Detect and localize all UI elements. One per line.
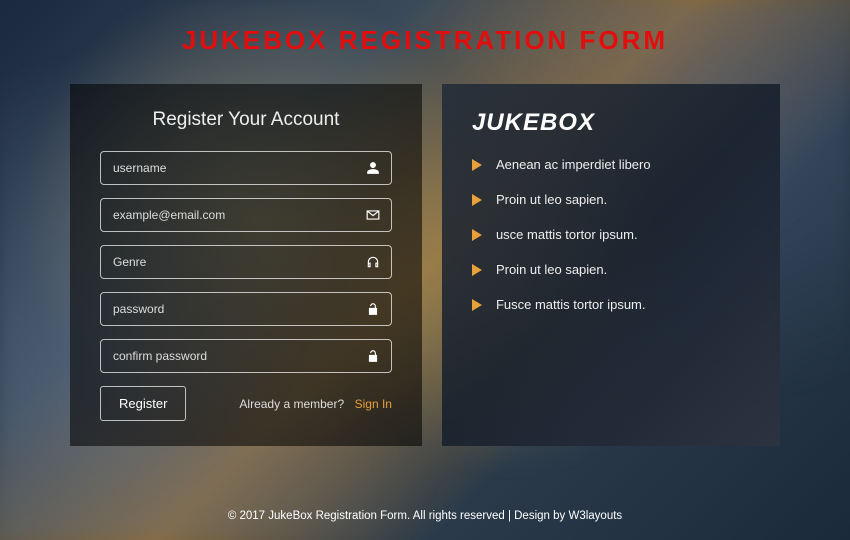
register-panel: Register Your Account	[70, 84, 422, 446]
envelope-icon	[366, 208, 380, 222]
feature-text: Aenean ac imperdiet libero	[496, 157, 651, 172]
password-field-wrap	[100, 292, 392, 326]
member-text: Already a member?	[239, 397, 344, 411]
register-button[interactable]: Register	[100, 386, 186, 421]
confirm-field-wrap	[100, 339, 392, 373]
form-footer: Register Already a member? Sign In	[100, 386, 392, 421]
list-item: usce mattis tortor ipsum.	[472, 227, 750, 242]
lock-open-icon	[366, 349, 380, 363]
genre-input[interactable]	[100, 245, 392, 279]
list-item: Aenean ac imperdiet libero	[472, 157, 750, 172]
confirm-password-input[interactable]	[100, 339, 392, 373]
brand-title: JUKEBOX	[472, 109, 750, 137]
page-title: JUKEBOX REGISTRATION FORM	[70, 25, 780, 56]
email-input[interactable]	[100, 198, 392, 232]
feature-text: Proin ut leo sapien.	[496, 262, 607, 277]
list-item: Proin ut leo sapien.	[472, 262, 750, 277]
username-field-wrap	[100, 151, 392, 185]
signin-link[interactable]: Sign In	[355, 397, 392, 411]
password-input[interactable]	[100, 292, 392, 326]
list-item: Proin ut leo sapien.	[472, 192, 750, 207]
list-item: Fusce mattis tortor ipsum.	[472, 297, 750, 312]
lock-open-icon	[366, 302, 380, 316]
footer: © 2017 JukeBox Registration Form. All ri…	[0, 510, 850, 522]
feature-text: usce mattis tortor ipsum.	[496, 227, 638, 242]
panels-container: Register Your Account	[70, 84, 780, 446]
username-input[interactable]	[100, 151, 392, 185]
feature-list: Aenean ac imperdiet libero Proin ut leo …	[472, 157, 750, 312]
play-icon	[472, 194, 482, 206]
footer-link[interactable]: W3layouts	[568, 510, 622, 522]
feature-text: Fusce mattis tortor ipsum.	[496, 297, 646, 312]
footer-text: © 2017 JukeBox Registration Form. All ri…	[228, 510, 569, 522]
play-icon	[472, 229, 482, 241]
play-icon	[472, 299, 482, 311]
form-heading: Register Your Account	[100, 109, 392, 131]
feature-text: Proin ut leo sapien.	[496, 192, 607, 207]
play-icon	[472, 264, 482, 276]
genre-field-wrap	[100, 245, 392, 279]
headphones-icon	[366, 255, 380, 269]
info-panel: JUKEBOX Aenean ac imperdiet libero Proin…	[442, 84, 780, 446]
email-field-wrap	[100, 198, 392, 232]
play-icon	[472, 159, 482, 171]
user-icon	[366, 161, 380, 175]
